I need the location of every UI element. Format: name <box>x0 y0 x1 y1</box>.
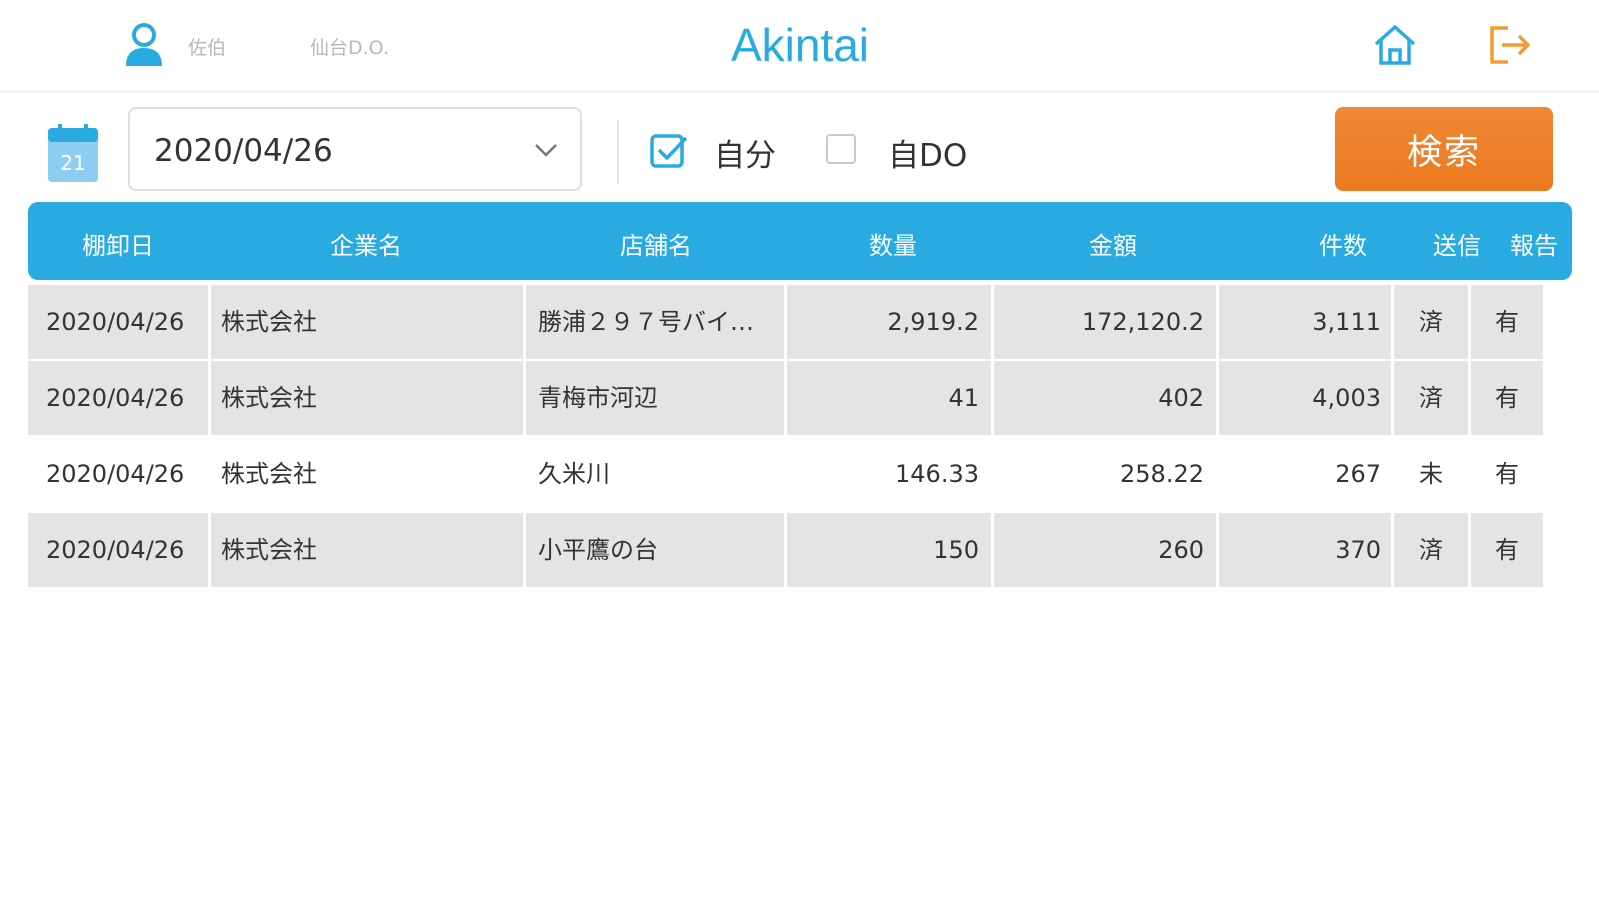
calendar-icon[interactable]: 21 <box>48 124 98 182</box>
do-checkbox-label: 自DO <box>888 138 968 174</box>
chevron-down-icon <box>535 144 557 157</box>
logout-icon[interactable] <box>1486 22 1532 68</box>
cell-quantity: 2,919.2 <box>787 285 991 359</box>
cell-report: 有 <box>1471 437 1543 511</box>
table-row[interactable]: 2020/04/26 株式会社 青梅市河辺 41 402 4,003 済 有 <box>28 361 1572 435</box>
cell-store: 小平鷹の台 <box>526 513 784 587</box>
cell-date: 2020/04/26 <box>28 437 208 511</box>
cell-store: 青梅市河辺 <box>526 361 784 435</box>
cell-count: 267 <box>1219 437 1391 511</box>
cell-amount: 260 <box>994 513 1216 587</box>
cell-company: 株式会社 <box>211 513 523 587</box>
cell-count: 4,003 <box>1219 361 1391 435</box>
table-body: 2020/04/26 株式会社 勝浦２９７号バイ… 2,919.2 172,12… <box>28 285 1572 587</box>
toolbar-divider <box>617 120 619 184</box>
org-name: 仙台D.O. <box>310 37 389 59</box>
cell-store: 勝浦２９７号バイ… <box>526 285 784 359</box>
app-header: 佐伯 仙台D.O. Akintai <box>0 0 1599 93</box>
cell-sent: 済 <box>1394 513 1468 587</box>
header-date: 棚卸日 <box>82 232 154 260</box>
cell-report: 有 <box>1471 513 1543 587</box>
header-report: 報告 <box>1510 232 1558 260</box>
cell-sent: 未 <box>1394 437 1468 511</box>
app-title: Akintai <box>730 19 870 71</box>
cell-amount: 258.22 <box>994 437 1216 511</box>
cell-amount: 402 <box>994 361 1216 435</box>
cell-company: 株式会社 <box>211 361 523 435</box>
cell-sent: 済 <box>1394 285 1468 359</box>
cell-quantity: 41 <box>787 361 991 435</box>
user-name: 佐伯 <box>188 37 227 59</box>
cell-date: 2020/04/26 <box>28 285 208 359</box>
header-company: 企業名 <box>330 232 402 260</box>
cell-company: 株式会社 <box>211 285 523 359</box>
header-sent: 送信 <box>1433 232 1481 260</box>
cell-count: 3,111 <box>1219 285 1391 359</box>
table-row[interactable]: 2020/04/26 株式会社 久米川 146.33 258.22 267 未 … <box>28 437 1572 511</box>
home-icon[interactable] <box>1372 22 1418 68</box>
cell-quantity: 150 <box>787 513 991 587</box>
header-store: 店舗名 <box>620 232 692 260</box>
cell-report: 有 <box>1471 285 1543 359</box>
header-amount: 金額 <box>1089 232 1137 260</box>
table-row[interactable]: 2020/04/26 株式会社 小平鷹の台 150 260 370 済 有 <box>28 513 1572 587</box>
cell-date: 2020/04/26 <box>28 513 208 587</box>
self-checkbox-label: 自分 <box>714 138 776 174</box>
date-value: 2020/04/26 <box>154 133 333 169</box>
self-checkbox[interactable] <box>650 132 688 170</box>
cell-store: 久米川 <box>526 437 784 511</box>
cell-sent: 済 <box>1394 361 1468 435</box>
cell-company: 株式会社 <box>211 437 523 511</box>
cell-date: 2020/04/26 <box>28 361 208 435</box>
do-checkbox[interactable] <box>826 134 856 164</box>
cell-quantity: 146.33 <box>787 437 991 511</box>
table-header: 棚卸日 企業名 店舗名 数量 金額 件数 送信 報告 <box>28 202 1572 280</box>
date-select[interactable]: 2020/04/26 <box>128 107 582 191</box>
table-row[interactable]: 2020/04/26 株式会社 勝浦２９７号バイ… 2,919.2 172,12… <box>28 285 1572 359</box>
svg-text:21: 21 <box>60 151 85 175</box>
cell-amount: 172,120.2 <box>994 285 1216 359</box>
user-icon <box>126 23 162 66</box>
cell-report: 有 <box>1471 361 1543 435</box>
inventory-table: 棚卸日 企業名 店舗名 数量 金額 件数 送信 報告 2020/04/26 株式… <box>28 202 1572 589</box>
search-button[interactable]: 検索 <box>1335 107 1553 191</box>
cell-count: 370 <box>1219 513 1391 587</box>
header-quantity: 数量 <box>869 232 917 260</box>
